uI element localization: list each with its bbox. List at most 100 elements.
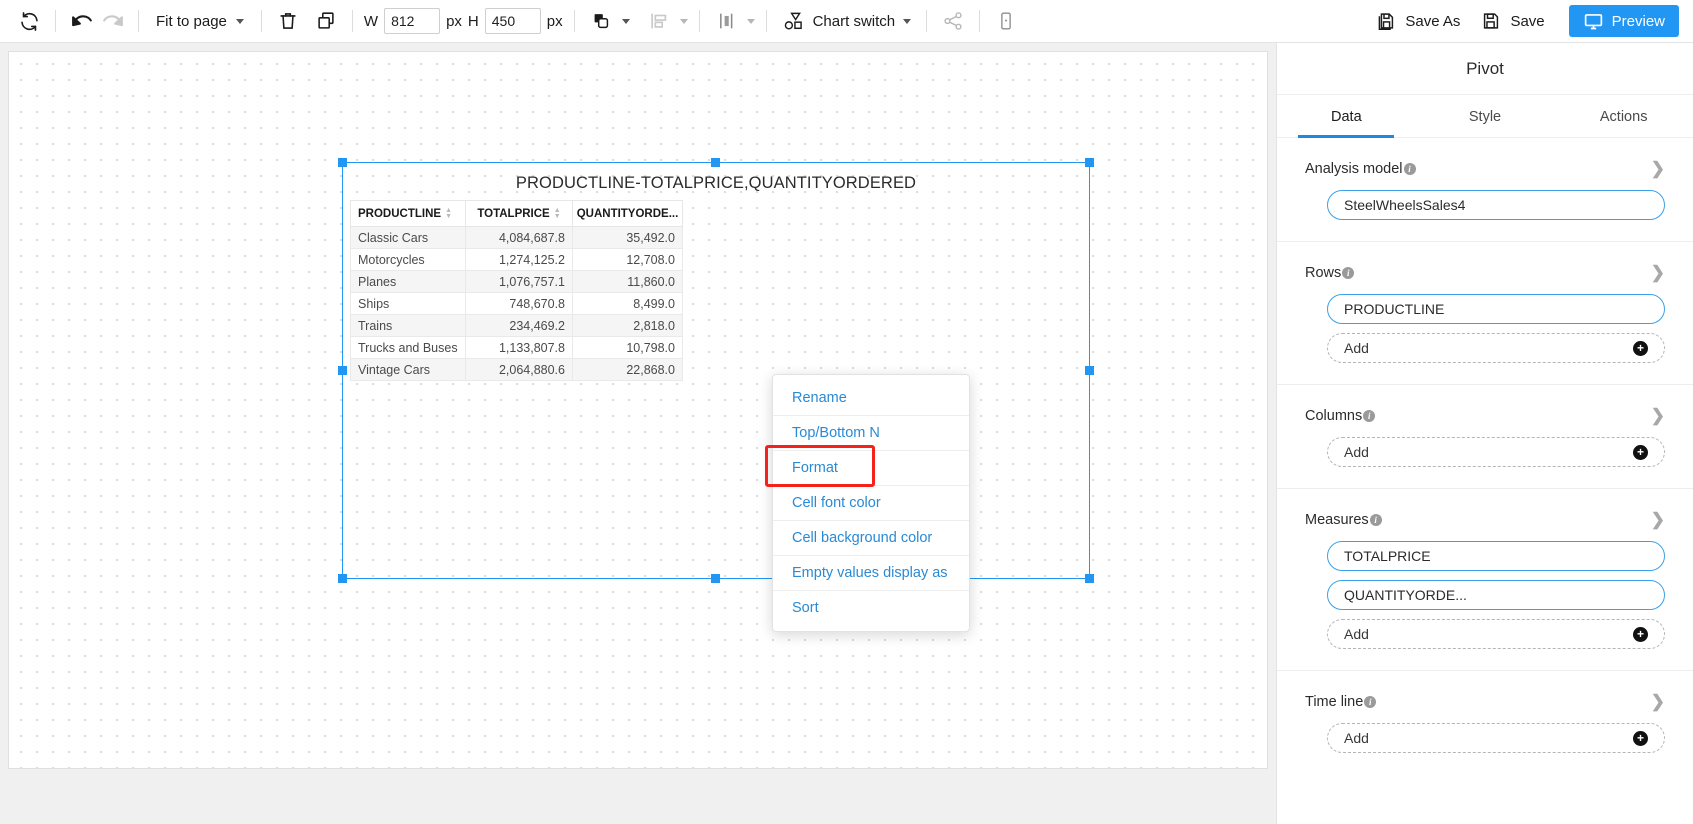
cell-productline[interactable]: Trains <box>350 314 466 337</box>
column-header-quantityordered[interactable]: QUANTITYORDE... <box>572 200 683 227</box>
sort-icon[interactable]: ▲ ▼ <box>445 207 452 220</box>
context-menu-item-format[interactable]: Format <box>773 451 969 486</box>
pivot-table[interactable]: PRODUCTLINE ▲ ▼ TOTALPRICE ▲ ▼ QUANTITYO… <box>350 200 683 381</box>
pill-label: Add <box>1344 340 1369 356</box>
cell-productline[interactable]: Planes <box>350 270 466 293</box>
pivot-widget[interactable]: PRODUCTLINE-TOTALPRICE,QUANTITYORDERED P… <box>338 158 1094 583</box>
cell-productline[interactable]: Classic Cars <box>350 226 466 249</box>
plus-circle-icon[interactable]: + <box>1633 730 1648 746</box>
resize-handle-top-right[interactable] <box>1085 158 1094 167</box>
chevron-right-icon[interactable]: ❯ <box>1651 407 1665 424</box>
resize-handle-middle-left[interactable] <box>338 365 347 375</box>
context-menu-item-sort[interactable]: Sort <box>773 591 969 625</box>
column-header-productline[interactable]: PRODUCTLINE ▲ ▼ <box>350 200 466 227</box>
tab-data[interactable]: Data <box>1277 95 1416 138</box>
cell-quantityordered[interactable]: 22,868.0 <box>572 358 683 381</box>
plus-circle-icon[interactable]: + <box>1633 444 1648 460</box>
height-input[interactable] <box>484 8 541 34</box>
table-row[interactable]: Trucks and Buses 1,133,807.8 10,798.0 <box>350 336 683 359</box>
cell-totalprice[interactable]: 1,133,807.8 <box>465 336 573 359</box>
chart-switch-button[interactable]: Chart switch <box>778 6 916 36</box>
chevron-right-icon[interactable]: ❯ <box>1651 693 1665 710</box>
table-row[interactable]: Planes 1,076,757.1 11,860.0 <box>350 270 683 293</box>
column-header-label: QUANTITYORDE... <box>576 207 679 220</box>
pivot-table-wrapper[interactable]: PRODUCTLINE ▲ ▼ TOTALPRICE ▲ ▼ QUANTITYO… <box>350 200 683 381</box>
context-menu-item-cell-background-color[interactable]: Cell background color <box>773 521 969 556</box>
field-pill-productline[interactable]: PRODUCTLINE <box>1327 294 1665 324</box>
shapes-overlap-icon[interactable] <box>586 6 616 36</box>
distribute-icon[interactable] <box>711 6 741 36</box>
panel-section-columns: Columns i ❯ Add + <box>1277 384 1693 467</box>
info-icon[interactable]: i <box>1363 409 1376 422</box>
canvas-area[interactable]: PRODUCTLINE-TOTALPRICE,QUANTITYORDERED P… <box>0 43 1276 824</box>
plus-circle-icon[interactable]: + <box>1633 340 1648 356</box>
cell-totalprice[interactable]: 4,084,687.8 <box>465 226 573 249</box>
undo-icon[interactable] <box>67 6 97 36</box>
resize-handle-bottom-center[interactable] <box>711 574 720 583</box>
cell-quantityordered[interactable]: 35,492.0 <box>572 226 683 249</box>
context-menu-item-rename[interactable]: Rename <box>773 381 969 416</box>
context-menu-item-empty-values-display-as[interactable]: Empty values display as <box>773 556 969 591</box>
device-preview-icon[interactable] <box>991 6 1021 36</box>
resize-handle-top-center[interactable] <box>711 158 720 167</box>
field-pill-steelwheelssales4[interactable]: SteelWheelsSales4 <box>1327 190 1665 220</box>
table-row[interactable]: Classic Cars 4,084,687.8 35,492.0 <box>350 226 683 249</box>
copy-icon[interactable] <box>311 6 341 36</box>
table-row[interactable]: Vintage Cars 2,064,880.6 22,868.0 <box>350 358 683 381</box>
add-field-button[interactable]: Add + <box>1327 723 1665 753</box>
cell-productline[interactable]: Trucks and Buses <box>350 336 466 359</box>
cell-quantityordered[interactable]: 8,499.0 <box>572 292 683 315</box>
plus-circle-icon[interactable]: + <box>1633 626 1648 642</box>
sort-icon[interactable]: ▲ ▼ <box>554 207 561 220</box>
cell-productline[interactable]: Vintage Cars <box>350 358 466 381</box>
field-pill-totalprice[interactable]: TOTALPRICE <box>1327 541 1665 571</box>
info-icon[interactable]: i <box>1342 266 1355 279</box>
table-row[interactable]: Trains 234,469.2 2,818.0 <box>350 314 683 337</box>
zoom-level-select[interactable]: Fit to page <box>150 6 250 36</box>
refresh-icon[interactable] <box>14 6 44 36</box>
chevron-right-icon[interactable]: ❯ <box>1651 511 1665 528</box>
cell-totalprice[interactable]: 1,076,757.1 <box>465 270 573 293</box>
info-icon[interactable]: i <box>1403 162 1416 175</box>
context-menu[interactable]: Rename Top/Bottom N Format Cell font color C… <box>772 374 970 632</box>
field-pill-quantityorde[interactable]: QUANTITYORDE... <box>1327 580 1665 610</box>
resize-handle-bottom-left[interactable] <box>338 574 347 583</box>
chevron-right-icon[interactable]: ❯ <box>1651 264 1665 281</box>
resize-handle-top-left[interactable] <box>338 158 347 167</box>
pill-label: SteelWheelsSales4 <box>1344 197 1466 213</box>
save-button[interactable]: Save <box>1470 5 1554 37</box>
add-field-button[interactable]: Add + <box>1327 437 1665 467</box>
chevron-down-icon[interactable] <box>621 18 630 24</box>
cell-productline[interactable]: Ships <box>350 292 466 315</box>
table-row[interactable]: Motorcycles 1,274,125.2 12,708.0 <box>350 248 683 271</box>
share-icon[interactable] <box>938 6 968 36</box>
cell-totalprice[interactable]: 1,274,125.2 <box>465 248 573 271</box>
table-row[interactable]: Ships 748,670.8 8,499.0 <box>350 292 683 315</box>
resize-handle-middle-right[interactable] <box>1085 365 1094 375</box>
tab-style[interactable]: Style <box>1416 95 1555 137</box>
cell-quantityordered[interactable]: 2,818.0 <box>572 314 683 337</box>
cell-quantityordered[interactable]: 12,708.0 <box>572 248 683 271</box>
canvas-page[interactable]: PRODUCTLINE-TOTALPRICE,QUANTITYORDERED P… <box>9 52 1267 768</box>
context-menu-item-top-bottom-n[interactable]: Top/Bottom N <box>773 416 969 451</box>
info-icon[interactable]: i <box>1364 695 1377 708</box>
resize-handle-bottom-right[interactable] <box>1085 574 1094 583</box>
cell-productline[interactable]: Motorcycles <box>350 248 466 271</box>
cell-totalprice[interactable]: 748,670.8 <box>465 292 573 315</box>
cell-quantityordered[interactable]: 10,798.0 <box>572 336 683 359</box>
cell-totalprice[interactable]: 2,064,880.6 <box>465 358 573 381</box>
save-as-button[interactable]: Save As <box>1365 5 1470 37</box>
chevron-right-icon[interactable]: ❯ <box>1651 160 1665 177</box>
cell-quantityordered[interactable]: 11,860.0 <box>572 270 683 293</box>
toolbar-divider <box>138 10 139 32</box>
column-header-totalprice[interactable]: TOTALPRICE ▲ ▼ <box>465 200 573 227</box>
add-field-button[interactable]: Add + <box>1327 619 1665 649</box>
width-input[interactable] <box>384 8 441 34</box>
info-icon[interactable]: i <box>1369 513 1382 526</box>
tab-actions[interactable]: Actions <box>1554 95 1693 137</box>
context-menu-item-cell-font-color[interactable]: Cell font color <box>773 486 969 521</box>
cell-totalprice[interactable]: 234,469.2 <box>465 314 573 337</box>
add-field-button[interactable]: Add + <box>1327 333 1665 363</box>
trash-icon[interactable] <box>273 6 303 36</box>
preview-button[interactable]: Preview <box>1568 5 1679 37</box>
